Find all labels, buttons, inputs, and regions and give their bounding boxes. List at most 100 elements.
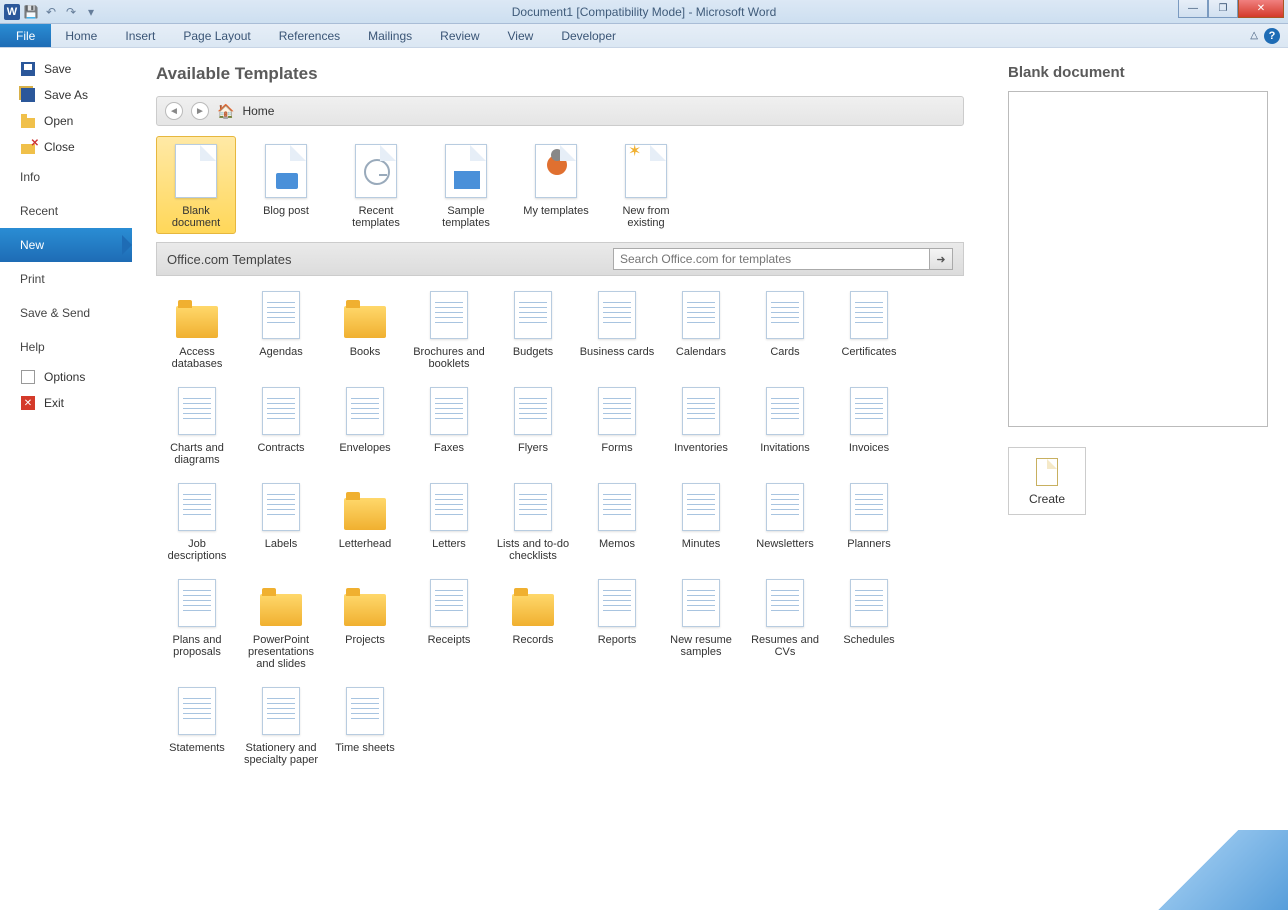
document-icon [173, 382, 221, 440]
category-label: Contracts [257, 442, 304, 454]
category-item[interactable]: Letters [408, 474, 490, 566]
category-item[interactable]: Inventories [660, 378, 742, 470]
template-item[interactable]: ✶New from existing [606, 136, 686, 234]
qat-save-icon[interactable]: 💾 [22, 3, 40, 21]
ribbon-tab-page-layout[interactable]: Page Layout [169, 24, 264, 47]
template-item[interactable]: Blog post [246, 136, 326, 234]
category-item[interactable]: Labels [240, 474, 322, 566]
sidebar-options[interactable]: Options [0, 364, 132, 390]
category-item[interactable]: New resume samples [660, 570, 742, 674]
ribbon-tab-references[interactable]: References [265, 24, 354, 47]
category-item[interactable]: Certificates [828, 282, 910, 374]
category-item[interactable]: Receipts [408, 570, 490, 674]
category-item[interactable]: Minutes [660, 474, 742, 566]
category-item[interactable]: Agendas [240, 282, 322, 374]
template-label: Blank document [161, 205, 231, 229]
document-icon [677, 574, 725, 632]
category-item[interactable]: Planners [828, 474, 910, 566]
sidebar-open[interactable]: Open [0, 108, 132, 134]
category-item[interactable]: Brochures and booklets [408, 282, 490, 374]
minimize-button[interactable]: — [1178, 0, 1208, 18]
sidebar-save-send[interactable]: Save & Send [0, 296, 132, 330]
category-item[interactable]: Envelopes [324, 378, 406, 470]
file-tab[interactable]: File [0, 24, 51, 47]
template-item[interactable]: Recent templates [336, 136, 416, 234]
sidebar-exit[interactable]: ✕ Exit [0, 390, 132, 416]
category-item[interactable]: Letterhead [324, 474, 406, 566]
category-item[interactable]: Newsletters [744, 474, 826, 566]
qat-undo-icon[interactable]: ↶ [42, 3, 60, 21]
category-item[interactable]: Flyers [492, 378, 574, 470]
category-item[interactable]: Invitations [744, 378, 826, 470]
category-item[interactable]: Time sheets [324, 678, 406, 770]
template-item[interactable]: My templates [516, 136, 596, 234]
category-item[interactable]: Books [324, 282, 406, 374]
sidebar-print[interactable]: Print [0, 262, 132, 296]
category-item[interactable]: Schedules [828, 570, 910, 674]
nav-back-icon[interactable]: ◄ [165, 102, 183, 120]
ribbon-tab-view[interactable]: View [494, 24, 548, 47]
maximize-button[interactable]: ❐ [1208, 0, 1238, 18]
home-icon[interactable]: 🏠 [217, 103, 234, 120]
category-item[interactable]: Resumes and CVs [744, 570, 826, 674]
category-item[interactable]: Reports [576, 570, 658, 674]
category-item[interactable]: Access databases [156, 282, 238, 374]
category-item[interactable]: Contracts [240, 378, 322, 470]
category-item[interactable]: Stationery and specialty paper [240, 678, 322, 770]
category-item[interactable]: Invoices [828, 378, 910, 470]
category-item[interactable]: Calendars [660, 282, 742, 374]
ribbon-tab-home[interactable]: Home [51, 24, 111, 47]
office-templates-label: Office.com Templates [167, 252, 292, 267]
ribbon-collapse-icon[interactable]: △ [1250, 30, 1258, 41]
category-item[interactable]: Job descriptions [156, 474, 238, 566]
sidebar-close[interactable]: Close [0, 134, 132, 160]
nav-forward-icon[interactable]: ► [191, 102, 209, 120]
word-app-icon[interactable]: W [4, 4, 20, 20]
sidebar-info[interactable]: Info [0, 160, 132, 194]
breadcrumb-home-label[interactable]: Home [242, 104, 274, 118]
sidebar-save[interactable]: Save [0, 56, 132, 82]
sidebar-recent[interactable]: Recent [0, 194, 132, 228]
ribbon-tab-review[interactable]: Review [426, 24, 493, 47]
sidebar-help[interactable]: Help [0, 330, 132, 364]
template-item[interactable]: Sample templates [426, 136, 506, 234]
close-window-button[interactable]: ✕ [1238, 0, 1284, 18]
document-icon [593, 382, 641, 440]
qat-redo-icon[interactable]: ↷ [62, 3, 80, 21]
category-item[interactable]: Memos [576, 474, 658, 566]
search-input[interactable] [613, 248, 929, 270]
sidebar-new[interactable]: New [0, 228, 132, 262]
category-item[interactable]: Statements [156, 678, 238, 770]
document-icon [845, 382, 893, 440]
window-title: Document1 [Compatibility Mode] - Microso… [512, 5, 777, 19]
category-label: Access databases [158, 346, 236, 370]
create-button[interactable]: Create [1008, 447, 1086, 515]
category-item[interactable]: Forms [576, 378, 658, 470]
category-label: Schedules [843, 634, 894, 646]
category-item[interactable]: Lists and to-do checklists [492, 474, 574, 566]
sidebar-save-as[interactable]: Save As [0, 82, 132, 108]
category-item[interactable]: Plans and proposals [156, 570, 238, 674]
title-bar: W 💾 ↶ ↷ ▾ Document1 [Compatibility Mode]… [0, 0, 1288, 24]
document-icon [425, 478, 473, 536]
document-icon [845, 478, 893, 536]
search-go-button[interactable]: ➜ [929, 248, 953, 270]
ribbon-tab-mailings[interactable]: Mailings [354, 24, 426, 47]
template-item[interactable]: Blank document [156, 136, 236, 234]
category-item[interactable]: Business cards [576, 282, 658, 374]
ribbon-tab-developer[interactable]: Developer [547, 24, 630, 47]
category-item[interactable]: Projects [324, 570, 406, 674]
category-item[interactable]: Budgets [492, 282, 574, 374]
category-item[interactable]: Charts and diagrams [156, 378, 238, 470]
sidebar-label: Save As [44, 88, 88, 102]
help-icon[interactable]: ? [1264, 28, 1280, 44]
ribbon-tab-insert[interactable]: Insert [111, 24, 169, 47]
sidebar-label: Save [44, 62, 71, 76]
category-item[interactable]: Faxes [408, 378, 490, 470]
category-item[interactable]: Cards [744, 282, 826, 374]
document-icon [845, 286, 893, 344]
qat-customize-icon[interactable]: ▾ [82, 3, 100, 21]
category-label: PowerPoint presentations and slides [242, 634, 320, 670]
category-item[interactable]: PowerPoint presentations and slides [240, 570, 322, 674]
category-item[interactable]: Records [492, 570, 574, 674]
